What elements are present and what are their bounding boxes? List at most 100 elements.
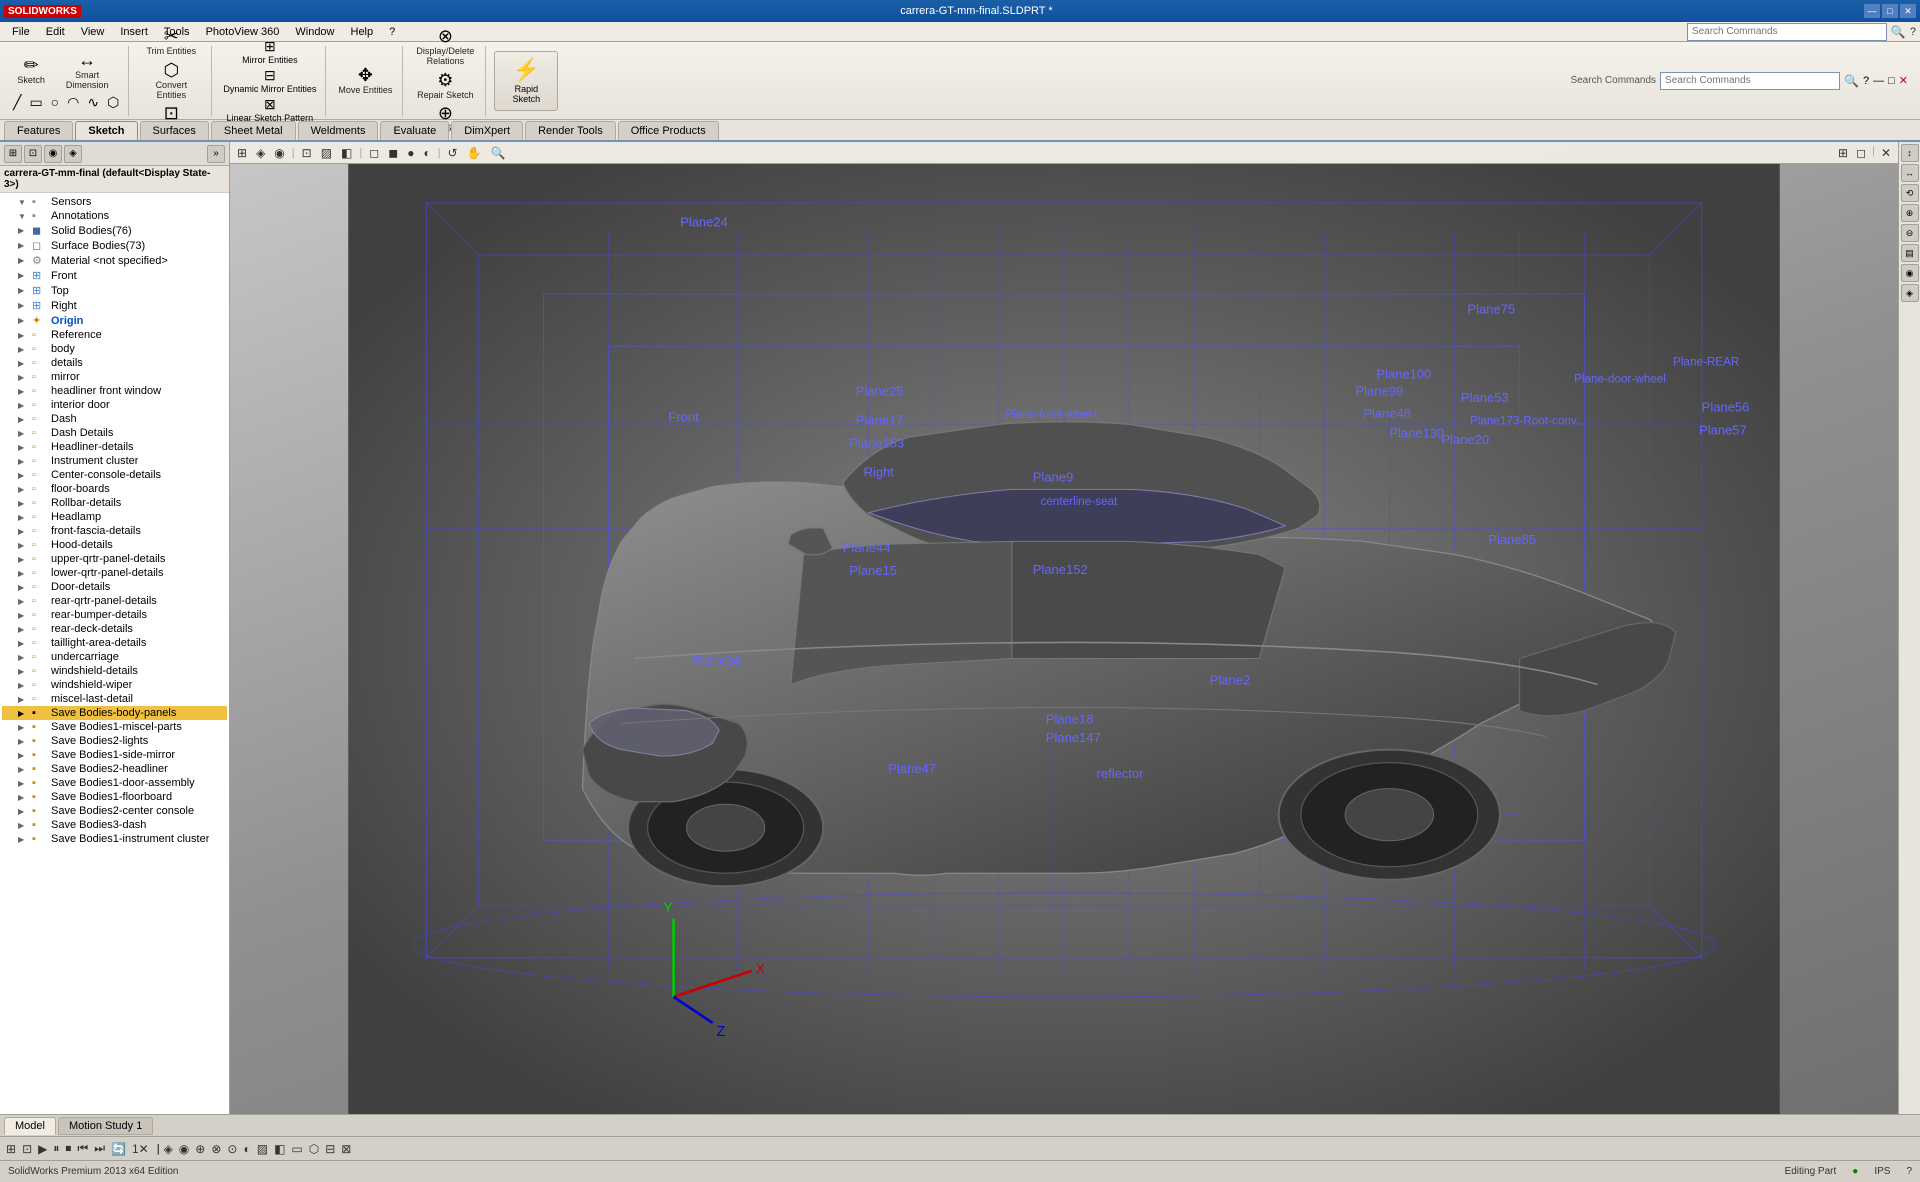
view-btn-5[interactable]: ▨: [318, 145, 335, 161]
arc-tool[interactable]: ◠: [64, 93, 82, 112]
line-tool[interactable]: ╱: [10, 93, 24, 112]
rapid-sketch-button[interactable]: ⚡ Rapid Sketch: [494, 51, 558, 111]
tree-item-save-bodies3-dash[interactable]: ▶▪Save Bodies3-dash: [2, 818, 227, 832]
tree-item-floor-boards[interactable]: ▶▫floor-boards: [2, 482, 227, 496]
view-btn-2[interactable]: ◈: [253, 145, 268, 161]
tab-office-products[interactable]: Office Products: [618, 121, 719, 140]
search-input[interactable]: [1687, 23, 1887, 41]
ib-btn-14[interactable]: ◐: [241, 1141, 252, 1157]
view-btn-rotate[interactable]: ↺: [445, 145, 461, 161]
fm-btn-expand[interactable]: »: [207, 145, 225, 163]
ib-btn-1[interactable]: ⊞: [4, 1141, 18, 1157]
tree-item-rear-deck-details[interactable]: ▶▫rear-deck-details: [2, 622, 227, 636]
ib-btn-9[interactable]: ◈: [162, 1141, 175, 1157]
view-btn-6[interactable]: ◧: [338, 145, 355, 161]
tree-item-mirror[interactable]: ▶▫mirror: [2, 370, 227, 384]
tree-item-save-bodies-body-panels[interactable]: ▶▪Save Bodies-body-panels: [2, 706, 227, 720]
tree-item-top[interactable]: ▶⊞Top: [2, 283, 227, 298]
ib-btn-13[interactable]: ⊙: [225, 1141, 239, 1157]
tab-evaluate[interactable]: Evaluate: [380, 121, 449, 140]
view-btn-7[interactable]: ◻: [366, 145, 382, 161]
minimize-button[interactable]: —: [1864, 4, 1880, 18]
dynamic-mirror-button[interactable]: ⊟ Dynamic Mirror Entities: [220, 66, 319, 95]
rm-btn-5[interactable]: ⊖: [1901, 224, 1919, 242]
tree-item-lower-qrtr-panel-details[interactable]: ▶▫lower-qrtr-panel-details: [2, 566, 227, 580]
tree-item-rollbar-details[interactable]: ▶▫Rollbar-details: [2, 496, 227, 510]
polygon-tool[interactable]: ⬡: [104, 93, 122, 112]
tree-item-save-bodies2-lights[interactable]: ▶▪Save Bodies2-lights: [2, 734, 227, 748]
tree-item-front-fascia-details[interactable]: ▶▫front-fascia-details: [2, 524, 227, 538]
move-entities-button[interactable]: ✥ Move Entities: [334, 64, 396, 98]
display-delete-relations-button[interactable]: ⊗ Display/Delete Relations: [411, 25, 479, 69]
tree-item-reference[interactable]: ▶▫Reference: [2, 328, 227, 342]
tree-item-sensors[interactable]: ▼▪Sensors: [2, 195, 227, 209]
rm-btn-3[interactable]: ⟲: [1901, 184, 1919, 202]
view-btn-wireframe[interactable]: ◐: [420, 145, 433, 161]
ib-btn-12[interactable]: ⊗: [209, 1141, 223, 1157]
toolbar-restore-icon[interactable]: □: [1888, 75, 1895, 87]
ib-btn-2[interactable]: ⊡: [20, 1141, 34, 1157]
spline-tool[interactable]: ∿: [84, 93, 102, 112]
3d-viewport[interactable]: ⊞ ◈ ◉ | ⊡ ▨ ◧ | ◻ ◼ ● ◐ | ↺ ✋ 🔍 ⊞ ◻ | ✕: [230, 142, 1898, 1114]
rm-btn-7[interactable]: ◉: [1901, 264, 1919, 282]
rm-btn-8[interactable]: ◈: [1901, 284, 1919, 302]
tree-item-save-bodies1-floorboard[interactable]: ▶▪Save Bodies1-floorboard: [2, 790, 227, 804]
rm-btn-4[interactable]: ⊕: [1901, 204, 1919, 222]
view-btn-shaded[interactable]: ●: [404, 145, 417, 161]
ib-btn-5[interactable]: ⏹: [63, 1140, 73, 1157]
question-icon[interactable]: ?: [1910, 26, 1916, 38]
ib-btn-17[interactable]: ▭: [289, 1141, 304, 1157]
car-3d-view[interactable]: Y X Z Plane24 Plane25 Plane17 Plane153 P…: [230, 164, 1898, 1114]
sketch-button[interactable]: ✏ Sketch: [11, 49, 51, 93]
view-btn-3[interactable]: ◉: [271, 145, 287, 161]
ib-btn-3[interactable]: ▶: [36, 1141, 49, 1157]
fm-btn-3[interactable]: ◉: [44, 145, 62, 163]
tree-item-upper-qrtr-panel-details[interactable]: ▶▫upper-qrtr-panel-details: [2, 552, 227, 566]
view-btn-pan[interactable]: ✋: [464, 145, 485, 161]
view-close-btn[interactable]: ✕: [1878, 145, 1894, 161]
tree-item-right[interactable]: ▶⊞Right: [2, 298, 227, 313]
tree-item-save-bodies1-door-assembly[interactable]: ▶▪Save Bodies1-door-assembly: [2, 776, 227, 790]
convert-entities-button[interactable]: ⬡ Convert Entities: [137, 59, 205, 103]
menu-view[interactable]: View: [73, 24, 113, 40]
tree-item-miscel-last-detail[interactable]: ▶▫miscel-last-detail: [2, 692, 227, 706]
tree-item-hood-details[interactable]: ▶▫Hood-details: [2, 538, 227, 552]
view-btn-8[interactable]: ◼: [385, 145, 401, 161]
tree-item-rear-qrtr-panel-details[interactable]: ▶▫rear-qrtr-panel-details: [2, 594, 227, 608]
tree-item-dash-details[interactable]: ▶▫Dash Details: [2, 426, 227, 440]
rm-btn-6[interactable]: ▤: [1901, 244, 1919, 262]
tab-render-tools[interactable]: Render Tools: [525, 121, 616, 140]
tree-item-instrument-cluster[interactable]: ▶▫Instrument cluster: [2, 454, 227, 468]
ib-btn-19[interactable]: ⊟: [323, 1141, 337, 1157]
search-icon[interactable]: 🔍: [1891, 25, 1906, 39]
tree-item-solid-bodies[interactable]: ▶◼Solid Bodies(76): [2, 223, 227, 238]
tree-item-annotations[interactable]: ▼▪Annotations: [2, 209, 227, 223]
maximize-button[interactable]: □: [1882, 4, 1898, 18]
tab-sketch[interactable]: Sketch: [75, 121, 137, 140]
tree-item-headlamp[interactable]: ▶▫Headlamp: [2, 510, 227, 524]
tree-item-headliner-front-window[interactable]: ▶▫headliner front window: [2, 384, 227, 398]
ib-btn-15[interactable]: ▨: [255, 1141, 270, 1157]
tree-item-body[interactable]: ▶▫body: [2, 342, 227, 356]
tree-item-windshield-wiper[interactable]: ▶▫windshield-wiper: [2, 678, 227, 692]
view-btn-zoom[interactable]: 🔍: [488, 145, 509, 161]
toolbar-help-icon[interactable]: ?: [1863, 75, 1869, 87]
tab-features[interactable]: Features: [4, 121, 73, 140]
view-tile-btn[interactable]: ⊞: [1835, 145, 1851, 161]
view-btn-4[interactable]: ⊡: [299, 145, 315, 161]
ib-btn-11[interactable]: ⊕: [193, 1141, 207, 1157]
menu-file[interactable]: File: [4, 24, 38, 40]
tree-item-taillight-area-details[interactable]: ▶▫taillight-area-details: [2, 636, 227, 650]
tree-item-save-bodies1-side-mirror[interactable]: ▶▪Save Bodies1-side-mirror: [2, 748, 227, 762]
tree-item-center-console-details[interactable]: ▶▫Center-console-details: [2, 468, 227, 482]
toolbar-search-input[interactable]: [1660, 72, 1840, 90]
view-btn-standard[interactable]: ⊞: [234, 145, 250, 161]
tree-item-rear-bumper-details[interactable]: ▶▫rear-bumper-details: [2, 608, 227, 622]
rm-btn-1[interactable]: ↕: [1901, 144, 1919, 162]
tab-weldments[interactable]: Weldments: [298, 121, 379, 140]
tree-item-door-details[interactable]: ▶▫Door-details: [2, 580, 227, 594]
ib-btn-8[interactable]: 🔄: [109, 1141, 128, 1157]
repair-sketch-button[interactable]: ⚙ Repair Sketch: [413, 69, 478, 103]
trim-entities-button[interactable]: ✂ Trim Entities: [142, 25, 200, 59]
tab-model[interactable]: Model: [4, 1117, 56, 1135]
